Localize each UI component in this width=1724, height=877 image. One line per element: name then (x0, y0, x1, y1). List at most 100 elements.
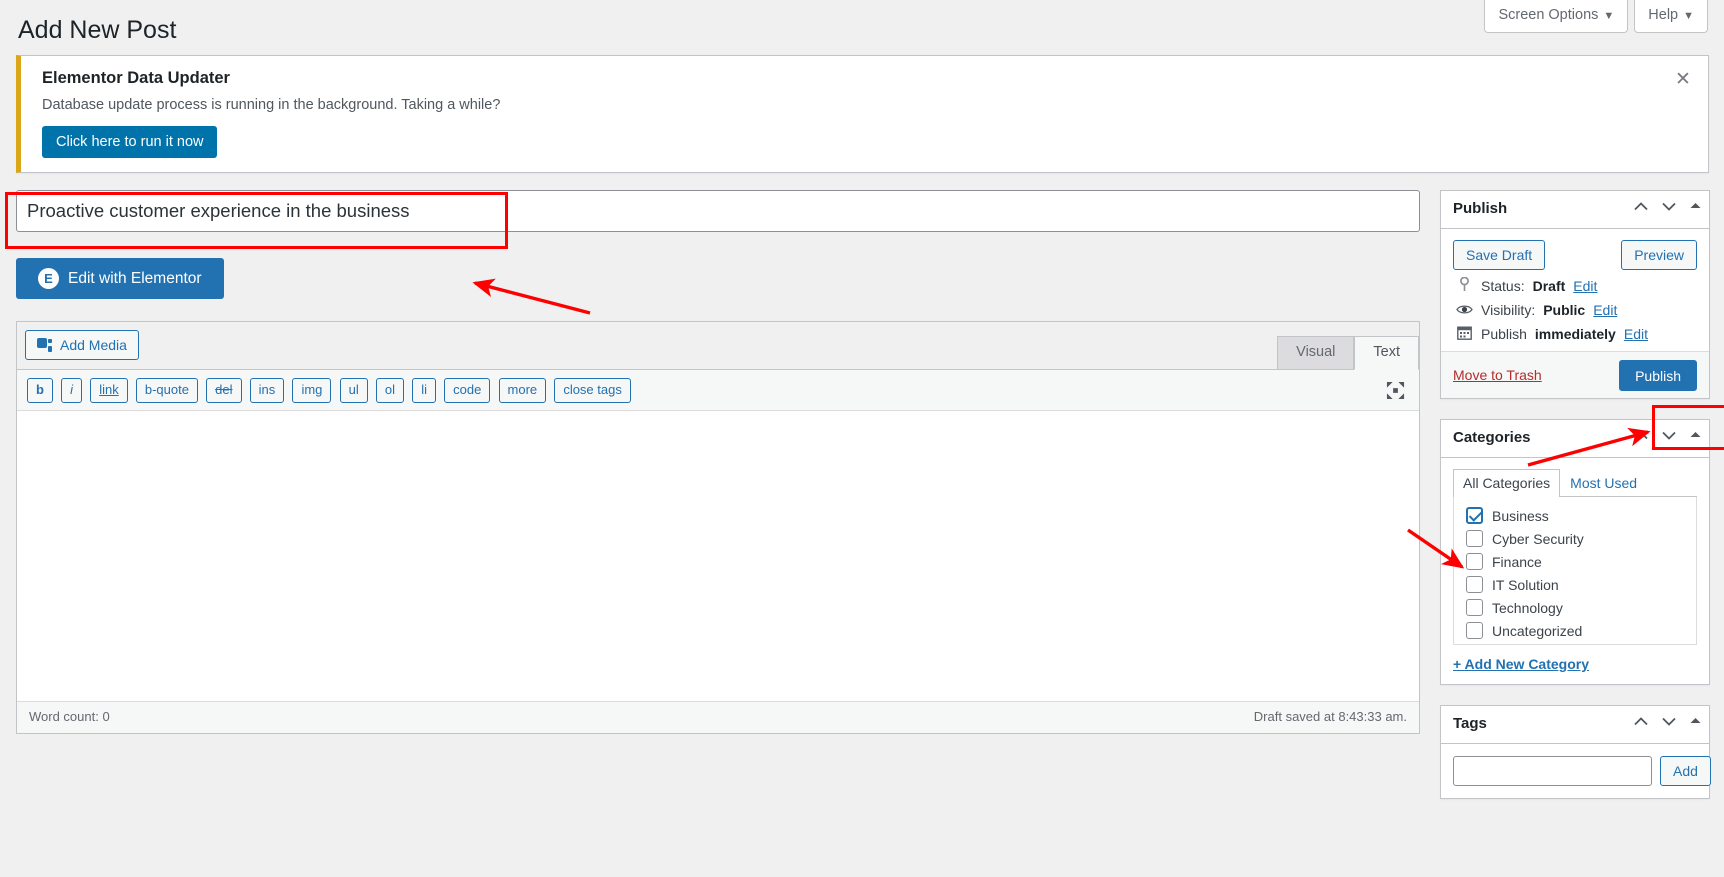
visibility-row: Visibility: Public Edit (1453, 295, 1697, 318)
visibility-value: Public (1543, 302, 1586, 318)
publish-box-body: Save Draft Preview Status: Draft Edit Vi… (1441, 229, 1709, 351)
status-value: Draft (1532, 278, 1566, 294)
checkbox-technology[interactable] (1466, 599, 1483, 616)
quicktag-del[interactable]: del (206, 378, 242, 403)
category-label: Business (1492, 507, 1549, 524)
quicktag-img[interactable]: img (292, 378, 332, 403)
toggle-panel-icon[interactable] (1690, 202, 1701, 211)
categories-checklist: Business Cyber Security Finance IT Solut… (1453, 497, 1697, 645)
checkbox-cyber-security[interactable] (1466, 530, 1483, 547)
editor-mode-tabs: Visual Text (1277, 335, 1419, 370)
post-editor: Add Media Visual Text b i link b-quote d… (16, 321, 1420, 734)
list-item[interactable]: Finance (1466, 553, 1686, 570)
quicktag-ol[interactable]: ol (375, 378, 405, 403)
move-up-icon[interactable] (1634, 715, 1648, 728)
elementor-data-updater-notice: Elementor Data Updater Database update p… (16, 55, 1709, 173)
tags-box-title: Tags (1453, 715, 1487, 732)
category-label: Finance (1492, 553, 1542, 570)
categories-box: Categories All Categories Most Used Busi… (1440, 419, 1710, 685)
publish-box: Publish Save Draft Preview Status: Draft… (1440, 190, 1710, 399)
checkbox-uncategorized[interactable] (1466, 622, 1483, 639)
media-icon (37, 337, 53, 353)
publish-box-footer: Move to Trash Publish (1441, 351, 1709, 398)
list-item[interactable]: Technology (1466, 599, 1686, 616)
panel-controls (1634, 200, 1701, 213)
screen-options-button[interactable]: Screen Options ▼ (1484, 0, 1629, 33)
toggle-panel-icon[interactable] (1690, 431, 1701, 440)
quicktag-b-quote[interactable]: b-quote (135, 378, 198, 403)
publish-actions-row: Save Draft Preview (1453, 240, 1697, 270)
editor-status-bar: Word count: 0 Draft saved at 8:43:33 am. (17, 702, 1419, 733)
draft-saved-status: Draft saved at 8:43:33 am. (1253, 709, 1407, 724)
list-item[interactable]: Business (1466, 507, 1686, 524)
status-row: Status: Draft Edit (1453, 270, 1697, 295)
quicktag-close-tags[interactable]: close tags (554, 378, 631, 403)
quicktags-toolbar: b i link b-quote del ins img ul ol li co… (17, 370, 1419, 411)
checkbox-finance[interactable] (1466, 553, 1483, 570)
save-draft-button[interactable]: Save Draft (1453, 240, 1546, 270)
screen-options-label: Screen Options (1498, 7, 1599, 23)
page-title: Add New Post (18, 16, 177, 44)
move-up-icon[interactable] (1634, 200, 1648, 213)
add-media-label: Add Media (60, 337, 127, 353)
post-body-content: E Edit with Elementor Add Media Visual T… (16, 190, 1420, 734)
calendar-icon (1455, 325, 1473, 343)
quicktag-ins[interactable]: ins (249, 378, 285, 403)
tab-most-used[interactable]: Most Used (1560, 469, 1647, 497)
category-label: IT Solution (1492, 576, 1559, 593)
toggle-panel-icon[interactable] (1690, 717, 1701, 726)
quicktag-li[interactable]: li (412, 378, 436, 403)
quicktag-ul[interactable]: ul (339, 378, 368, 403)
panel-controls (1634, 429, 1701, 442)
elementor-icon: E (38, 268, 59, 289)
checkbox-it-solution[interactable] (1466, 576, 1483, 593)
move-down-icon[interactable] (1662, 200, 1676, 213)
quicktag-i[interactable]: i (61, 378, 83, 403)
move-up-icon[interactable] (1634, 429, 1648, 442)
panel-controls (1634, 715, 1701, 728)
wp-admin-post-editor: Screen Options ▼ Help ▼ Add New Post Eleme… (0, 0, 1724, 877)
move-to-trash-link[interactable]: Move to Trash (1453, 367, 1542, 383)
tab-text[interactable]: Text (1354, 335, 1419, 370)
run-updater-button[interactable]: Click here to run it now (42, 126, 218, 158)
preview-button[interactable]: Preview (1621, 240, 1697, 270)
move-down-icon[interactable] (1662, 715, 1676, 728)
eye-icon (1455, 302, 1473, 318)
chevron-down-icon: ▼ (1683, 10, 1694, 22)
quicktag-code[interactable]: code (444, 378, 491, 403)
add-tag-button[interactable]: Add (1660, 756, 1711, 786)
close-icon[interactable]: ✕ (1668, 64, 1698, 94)
schedule-row: Publish immediately Edit (1453, 318, 1697, 343)
post-content-textarea[interactable] (17, 411, 1419, 702)
status-edit-link[interactable]: Edit (1573, 278, 1597, 294)
status-label: Status: (1481, 278, 1525, 294)
move-down-icon[interactable] (1662, 429, 1676, 442)
publish-box-header: Publish (1441, 191, 1709, 229)
list-item[interactable]: Cyber Security (1466, 530, 1686, 547)
checkbox-business[interactable] (1466, 507, 1483, 524)
publish-box-title: Publish (1453, 200, 1508, 217)
quicktag-link[interactable]: link (90, 378, 128, 403)
visibility-edit-link[interactable]: Edit (1593, 302, 1617, 318)
word-count: Word count: 0 (29, 709, 110, 724)
fullscreen-icon[interactable] (1386, 381, 1405, 400)
post-title-input[interactable] (16, 190, 1420, 232)
edit-with-elementor-button[interactable]: E Edit with Elementor (16, 258, 224, 299)
category-label: Cyber Security (1492, 530, 1584, 547)
quicktag-more[interactable]: more (498, 378, 547, 403)
tags-input[interactable] (1453, 756, 1652, 786)
add-media-button[interactable]: Add Media (25, 330, 139, 360)
publish-button[interactable]: Publish (1619, 360, 1697, 391)
schedule-edit-link[interactable]: Edit (1624, 326, 1648, 342)
quicktag-b[interactable]: b (27, 378, 53, 403)
list-item[interactable]: IT Solution (1466, 576, 1686, 593)
title-field-wrap (16, 190, 1420, 232)
category-label: Technology (1492, 599, 1563, 616)
categories-box-header: Categories (1441, 420, 1709, 458)
post-sidebar: Publish Save Draft Preview Status: Draft… (1440, 190, 1711, 819)
tab-visual[interactable]: Visual (1277, 335, 1355, 370)
list-item[interactable]: Uncategorized (1466, 622, 1686, 639)
tab-all-categories[interactable]: All Categories (1453, 469, 1561, 497)
add-new-category-link[interactable]: + Add New Category (1453, 656, 1697, 672)
help-button[interactable]: Help ▼ (1634, 0, 1708, 33)
